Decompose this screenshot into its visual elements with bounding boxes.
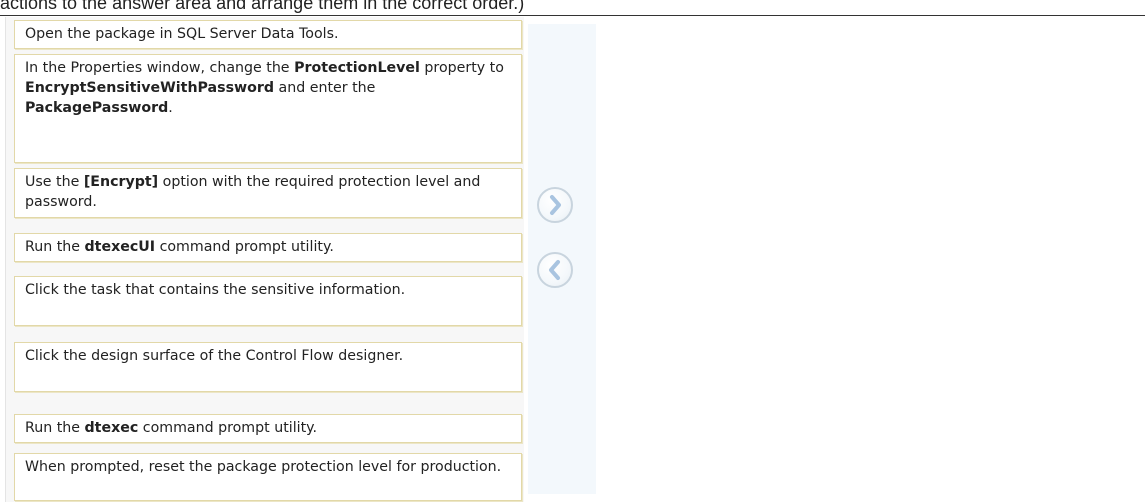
action-text: When prompted, reset the package protect…: [25, 459, 502, 475]
action-text: property to: [419, 60, 504, 76]
action-text: Use the: [25, 174, 84, 190]
action-item-run-dtexecui[interactable]: Run the dtexecUI command prompt utility.: [14, 233, 522, 262]
action-text-bold: ProtectionLevel: [294, 60, 420, 76]
action-item-open-package[interactable]: Open the package in SQL Server Data Tool…: [14, 20, 522, 49]
action-item-run-dtexec[interactable]: Run the dtexec command prompt utility.: [14, 414, 522, 443]
action-item-click-task[interactable]: Click the task that contains the sensiti…: [14, 276, 522, 326]
chevron-left-icon: [549, 260, 560, 280]
action-text-bold: [Encrypt]: [83, 174, 159, 190]
action-text: Run the: [25, 420, 85, 436]
move-right-button[interactable]: [537, 187, 573, 223]
action-text-bold: EncryptSensitiveWithPassword: [25, 80, 275, 96]
action-text: and enter the: [274, 80, 376, 96]
action-item-change-protection-level[interactable]: In the Properties window, change the Pro…: [14, 54, 522, 163]
actions-list: Open the package in SQL Server Data Tool…: [5, 17, 524, 502]
action-text-bold: dtexecUI: [84, 239, 156, 255]
action-text: command prompt utility.: [138, 420, 318, 436]
action-item-click-design-surface[interactable]: Click the design surface of the Control …: [14, 342, 522, 392]
action-item-reset-protection-level[interactable]: When prompted, reset the package protect…: [14, 453, 522, 501]
top-divider-line: [0, 15, 1145, 16]
move-left-button[interactable]: [537, 252, 573, 288]
action-text-bold: PackagePassword: [25, 100, 169, 116]
chevron-right-icon: [550, 195, 561, 215]
action-text: .: [168, 100, 173, 116]
action-text: Open the package in SQL Server Data Tool…: [25, 26, 339, 42]
action-text: Run the: [25, 239, 85, 255]
action-text: Click the design surface of the Control …: [25, 348, 404, 364]
action-text: In the Properties window, change the: [25, 60, 295, 76]
instruction-text: actions to the answer area and arrange t…: [0, 0, 525, 13]
action-text-bold: dtexec: [84, 420, 139, 436]
action-text: command prompt utility.: [155, 239, 334, 255]
action-item-use-encrypt-option[interactable]: Use the [Encrypt] option with the requir…: [14, 168, 522, 218]
action-text: Click the task that contains the sensiti…: [25, 282, 406, 298]
